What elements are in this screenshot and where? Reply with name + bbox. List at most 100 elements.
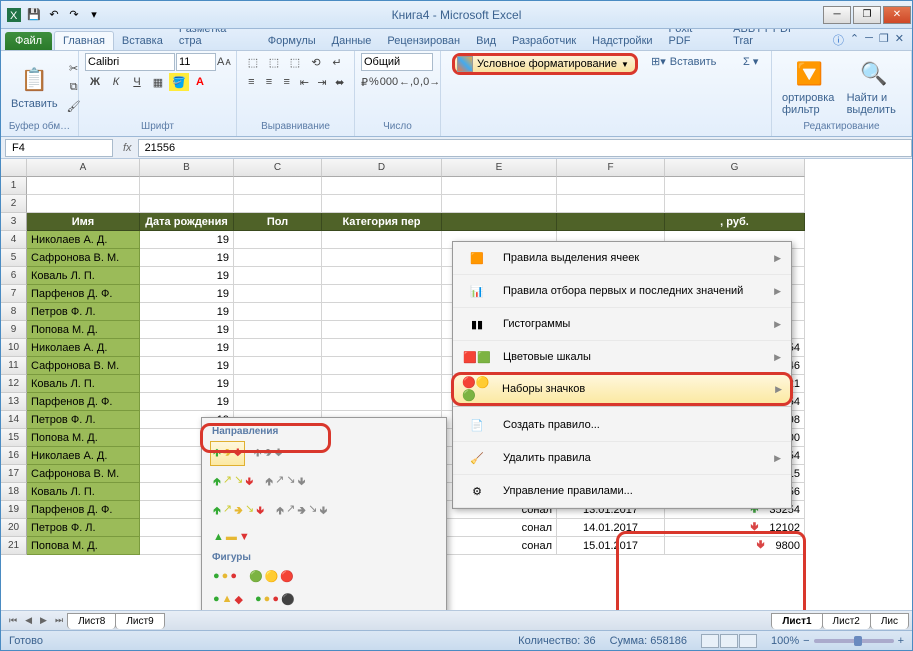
tab-formulas[interactable]: Формулы xyxy=(260,32,324,50)
excel-icon[interactable]: X xyxy=(5,6,23,24)
iconset-3triangles[interactable]: ▲▬▼ xyxy=(210,528,253,546)
cf-manage-rules[interactable]: ⚙Управление правилами... xyxy=(453,475,791,508)
cell-date[interactable]: 15.01.2017 xyxy=(557,537,665,555)
cell-dob[interactable]: 19 xyxy=(140,303,234,321)
cell-dob[interactable]: 19 xyxy=(140,321,234,339)
view-layout-icon[interactable] xyxy=(720,634,738,648)
autosum-icon[interactable]: Σ ▾ xyxy=(743,55,758,68)
cell-cat[interactable]: сонал xyxy=(442,519,557,537)
sheet-tab-3[interactable]: Лис xyxy=(870,613,909,629)
cell-name[interactable]: Николаев А. Д. xyxy=(27,231,140,249)
col-header-B[interactable]: B xyxy=(140,159,234,177)
align-right-icon[interactable]: ≡ xyxy=(278,73,295,91)
view-pagebreak-icon[interactable] xyxy=(739,634,757,648)
tab-review[interactable]: Рецензирован xyxy=(379,32,468,50)
insert-cells-button[interactable]: ⊞▾Вставить xyxy=(651,55,716,68)
cell-name[interactable]: Попова М. Д. xyxy=(27,321,140,339)
sheet-tab-2[interactable]: Лист2 xyxy=(822,613,871,629)
row-header[interactable]: 3 xyxy=(1,213,27,231)
workbook-close-icon[interactable]: ✕ xyxy=(895,32,904,48)
sort-filter-button[interactable]: 🔽ортировка фильтр xyxy=(778,53,841,121)
tab-nav-first[interactable]: ⏮ xyxy=(5,615,21,626)
help-icon[interactable]: ⓘ xyxy=(833,32,844,48)
col-header-D[interactable]: D xyxy=(322,159,442,177)
cf-clear-rules[interactable]: 🧹Удалить правила▶ xyxy=(453,442,791,475)
tab-nav-last[interactable]: ⏭ xyxy=(51,615,67,626)
cf-color-scales[interactable]: 🟥🟩Цветовые шкалы▶ xyxy=(453,341,791,374)
align-left-icon[interactable]: ≡ xyxy=(243,73,260,91)
iconset-3trafficlights-rimmed[interactable]: 🟢🟡🔴 xyxy=(246,567,297,586)
tab-nav-next[interactable]: ▶ xyxy=(36,615,51,626)
cell-name[interactable]: Парфенов Д. Ф. xyxy=(27,393,140,411)
align-center-icon[interactable]: ≡ xyxy=(261,73,278,91)
cell[interactable] xyxy=(322,177,442,195)
cell[interactable] xyxy=(322,375,442,393)
row-header[interactable]: 8 xyxy=(1,303,27,321)
cell-dob[interactable]: 19 xyxy=(140,375,234,393)
grow-font-icon[interactable]: A xyxy=(217,53,224,71)
cell[interactable] xyxy=(665,177,805,195)
cell-name[interactable]: Коваль Л. П. xyxy=(27,483,140,501)
iconset-4arrows-gray[interactable]: 🢁↗↘🢃 xyxy=(262,470,308,495)
cell[interactable] xyxy=(234,177,322,195)
cf-data-bars[interactable]: ▮▮Гистограммы▶ xyxy=(453,308,791,341)
row-header[interactable]: 11 xyxy=(1,357,27,375)
cell-name[interactable]: Николаев А. Д. xyxy=(27,447,140,465)
cell-dob[interactable]: 19 xyxy=(140,285,234,303)
cell-value[interactable]: 🢃12102 xyxy=(665,519,805,537)
iconset-3arrows-colored[interactable]: 🢁🢂🢃 xyxy=(210,441,245,466)
iconset-3signs[interactable]: ●▲◆ xyxy=(210,590,246,609)
cell[interactable] xyxy=(322,249,442,267)
bold-icon[interactable]: Ж xyxy=(85,73,105,91)
cell-cat[interactable]: сонал xyxy=(442,537,557,555)
cell[interactable] xyxy=(27,195,140,213)
indent-inc-icon[interactable]: ⇥ xyxy=(314,73,331,91)
cell-name[interactable]: Попова М. Д. xyxy=(27,537,140,555)
cell[interactable] xyxy=(322,303,442,321)
iconset-4trafficlights[interactable]: ●●●⚫ xyxy=(252,590,298,609)
tab-data[interactable]: Данные xyxy=(324,32,380,50)
orientation-icon[interactable]: ⟲ xyxy=(306,53,326,71)
cell[interactable] xyxy=(557,177,665,195)
font-color-icon[interactable]: A xyxy=(190,73,210,91)
cell[interactable] xyxy=(140,195,234,213)
row-header[interactable]: 20 xyxy=(1,519,27,537)
row-header[interactable]: 21 xyxy=(1,537,27,555)
cell[interactable] xyxy=(234,321,322,339)
cell-name[interactable]: Петров Ф. Л. xyxy=(27,303,140,321)
row-header[interactable]: 13 xyxy=(1,393,27,411)
cell[interactable] xyxy=(322,195,442,213)
align-mid-icon[interactable]: ⬚ xyxy=(264,53,284,71)
tab-developer[interactable]: Разработчик xyxy=(504,32,584,50)
cell-dob[interactable]: 19 xyxy=(140,231,234,249)
name-box[interactable]: F4 xyxy=(5,139,113,157)
col-header-G[interactable]: G xyxy=(665,159,805,177)
cell[interactable] xyxy=(234,303,322,321)
font-size[interactable] xyxy=(176,53,216,71)
cell-dob[interactable]: 19 xyxy=(140,357,234,375)
close-button[interactable]: ✕ xyxy=(883,6,911,24)
cell[interactable] xyxy=(322,285,442,303)
cell[interactable] xyxy=(234,357,322,375)
cell[interactable] xyxy=(322,321,442,339)
cell-name[interactable]: Попова М. Д. xyxy=(27,429,140,447)
cell[interactable] xyxy=(442,177,557,195)
percent-icon[interactable]: % xyxy=(369,73,379,91)
cell-dob[interactable]: 19 xyxy=(140,339,234,357)
tab-insert[interactable]: Вставка xyxy=(114,32,171,50)
qat-dropdown[interactable]: ▾ xyxy=(85,6,103,24)
row-header[interactable]: 5 xyxy=(1,249,27,267)
col-header-E[interactable]: E xyxy=(442,159,557,177)
cell[interactable] xyxy=(322,393,442,411)
cell-name[interactable]: Коваль Л. П. xyxy=(27,375,140,393)
cell-name[interactable]: Парфенов Д. Ф. xyxy=(27,285,140,303)
inc-decimal-icon[interactable]: ←,0 xyxy=(399,73,419,91)
cell[interactable] xyxy=(234,285,322,303)
tab-nav-prev[interactable]: ◀ xyxy=(21,615,36,626)
paste-button[interactable]: 📋Вставить xyxy=(7,53,62,121)
iconset-4arrows-colored[interactable]: 🢁↗↘🢃 xyxy=(210,470,256,495)
minimize-ribbon-icon[interactable]: ⌃ xyxy=(850,32,859,48)
row-header[interactable]: 6 xyxy=(1,267,27,285)
undo-icon[interactable]: ↶ xyxy=(45,6,63,24)
conditional-formatting-button[interactable]: Условное форматирование ▼ xyxy=(452,53,638,75)
